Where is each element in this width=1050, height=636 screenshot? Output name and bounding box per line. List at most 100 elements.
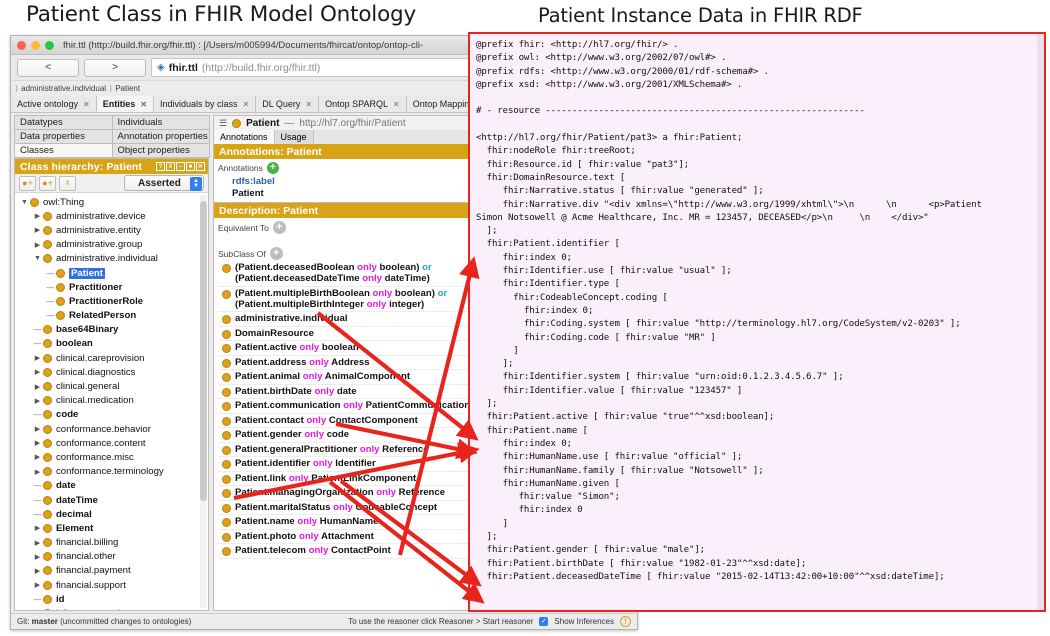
tab-entities[interactable]: Entities ✕: [96, 96, 154, 112]
class-tree-node[interactable]: — dateTime: [17, 493, 208, 507]
breadcrumb-item-1[interactable]: Patient: [115, 84, 140, 93]
entity-type-tab-datatypes[interactable]: Datatypes: [14, 115, 113, 130]
twisty-closed-icon: ▶: [34, 468, 41, 476]
class-tree-node[interactable]: — date: [17, 479, 208, 493]
panel-icon-2[interactable]: –: [176, 162, 185, 171]
class-tree-node[interactable]: ▶ conformance.terminology: [17, 465, 208, 479]
breadcrumb-item-0[interactable]: administrative.individual: [21, 84, 106, 93]
class-tree-node[interactable]: ▶ clinical.medication: [17, 394, 208, 408]
hamburger-icon[interactable]: ☰: [219, 118, 227, 129]
class-tree-node[interactable]: — base64Binary: [17, 323, 208, 337]
twisty-closed-icon: ▶: [34, 426, 41, 434]
class-icon: [222, 358, 231, 368]
close-tab-icon[interactable]: ✕: [140, 100, 147, 109]
entity-type-tab-annotation-properties[interactable]: Annotation properties: [111, 129, 210, 144]
class-hierarchy-tree[interactable]: ▼ owl:Thing ▶ administrative.device ▶ adminis…: [15, 193, 208, 610]
reasoner-mode-select[interactable]: Asserted ▲ ▼: [124, 175, 204, 191]
class-tree-node[interactable]: ▶ conformance.content: [17, 436, 208, 450]
rdf-scrollbar[interactable]: [1037, 34, 1044, 610]
tab-active-ontology[interactable]: Active ontology ✕: [11, 96, 97, 112]
class-tree-node[interactable]: ▶ clinical.general: [17, 379, 208, 393]
class-tree-node[interactable]: ▶ conformance.behavior: [17, 422, 208, 436]
tree-scrollbar-thumb[interactable]: [200, 201, 207, 501]
class-tree-node[interactable]: ▼ administrative.individual: [17, 252, 208, 266]
panel-icon-4[interactable]: ✕: [196, 162, 205, 171]
class-icon: [43, 410, 52, 420]
tree-leaf-dash: —: [33, 325, 42, 335]
plus-icon[interactable]: +: [272, 221, 286, 234]
class-tree-node[interactable]: ▶ financial.payment: [17, 564, 208, 578]
class-tree-node[interactable]: — RelatedPerson: [17, 309, 208, 323]
class-icon: [222, 329, 231, 339]
class-tree-node[interactable]: — Practitioner: [17, 280, 208, 294]
class-tree-node[interactable]: ▶infrastructure.documents: [17, 606, 208, 610]
class-tree-label: base64Binary: [56, 324, 119, 336]
class-tree-node[interactable]: — Patient: [17, 266, 208, 280]
add-subclass-icon[interactable]: ●+: [19, 175, 36, 191]
entity-tab-annotations[interactable]: Annotations: [214, 130, 275, 144]
plus-icon[interactable]: +: [266, 162, 279, 174]
warning-icon[interactable]: !: [620, 616, 631, 627]
panel-window-icons[interactable]: ? ‖ – ■ ✕: [156, 162, 205, 171]
axiom-text: Patient.generalPractitioner: [235, 443, 360, 455]
tab-ontop-sparql[interactable]: Ontop SPARQL ✕: [319, 96, 407, 112]
show-inferences-checkbox[interactable]: ✓: [539, 617, 549, 626]
window-controls[interactable]: [17, 40, 54, 50]
class-tree-node[interactable]: ▶ administrative.device: [17, 209, 208, 223]
axiom-text: administrative.individual: [235, 313, 348, 324]
entity-type-tab-classes[interactable]: Classes: [14, 143, 113, 158]
tree-scrollbar[interactable]: [200, 195, 207, 608]
rdf-scrollbar-thumb[interactable]: [1037, 34, 1044, 610]
entity-type-tabs[interactable]: Datatypes Individuals Data properties Annot…: [14, 115, 210, 158]
class-tree-node[interactable]: — code: [17, 408, 208, 422]
class-tree-node[interactable]: — PractitionerRole: [17, 294, 208, 308]
close-tab-icon[interactable]: ✕: [83, 100, 90, 109]
plus-icon[interactable]: +: [269, 247, 283, 260]
panel-icon-0[interactable]: ?: [156, 162, 165, 171]
close-tab-icon[interactable]: ✕: [305, 100, 312, 109]
class-tree-node[interactable]: ▶ financial.support: [17, 578, 208, 592]
tab-individuals-by-class[interactable]: Individuals by class ✕: [153, 96, 257, 112]
entity-type-tab-individuals[interactable]: Individuals: [111, 115, 210, 130]
subclass-axiom-text: Patient.managingOrganization only Refere…: [235, 487, 445, 498]
close-window-button[interactable]: [17, 40, 26, 50]
subclass-axiom-text: Patient.address only Address: [235, 357, 370, 368]
class-tree-node[interactable]: ▶ clinical.careprovision: [17, 351, 208, 365]
subclass-axiom-text: Patient.active only boolean: [235, 342, 359, 353]
panel-icon-1[interactable]: ‖: [166, 162, 175, 171]
back-button[interactable]: <: [17, 58, 79, 77]
class-tree-node[interactable]: ▶ financial.billing: [17, 536, 208, 550]
git-branch: master: [31, 617, 58, 626]
class-icon: [43, 339, 52, 349]
class-tree-node[interactable]: ▶ Element: [17, 521, 208, 535]
class-tree-node[interactable]: ▼ owl:Thing: [17, 195, 208, 209]
entity-type-tab-data-properties[interactable]: Data properties: [14, 129, 113, 144]
minimize-window-button[interactable]: [31, 40, 40, 50]
close-tab-icon[interactable]: ✕: [243, 100, 250, 109]
keyword-only: only: [357, 262, 377, 273]
forward-button[interactable]: >: [84, 58, 146, 77]
entity-tab-usage[interactable]: Usage: [274, 130, 314, 144]
subclass-axiom-text: administrative.individual: [235, 313, 348, 324]
class-tree-label: infrastructure.documents: [56, 608, 162, 610]
class-tree-node[interactable]: ▶ administrative.entity: [17, 223, 208, 237]
maximize-window-button[interactable]: [45, 40, 54, 50]
delete-class-icon[interactable]: ☓: [59, 175, 76, 191]
class-tree-label: administrative.group: [56, 239, 143, 251]
tab-dl-query[interactable]: DL Query ✕: [256, 96, 320, 112]
class-tree-node[interactable]: ▶ clinical.diagnostics: [17, 365, 208, 379]
class-tree-node[interactable]: — boolean: [17, 337, 208, 351]
class-tree-node[interactable]: ▶ administrative.group: [17, 238, 208, 252]
class-tree-node[interactable]: — decimal: [17, 507, 208, 521]
add-sibling-class-icon[interactable]: ●+: [39, 175, 56, 191]
close-tab-icon[interactable]: ✕: [393, 100, 400, 109]
class-tree-node[interactable]: — id: [17, 592, 208, 606]
rdf-turtle-code[interactable]: @prefix fhir: <http://hl7.org/fhir/> . @…: [470, 34, 1044, 584]
axiom-text: Patient.identifier: [235, 458, 313, 469]
class-icon: [43, 552, 52, 562]
panel-icon-3[interactable]: ■: [186, 162, 195, 171]
subclass-axiom-text: Patient.contact only ContactComponent: [235, 415, 418, 426]
class-tree-node[interactable]: ▶ conformance.misc: [17, 450, 208, 464]
entity-type-tab-object-properties[interactable]: Object properties: [111, 143, 210, 158]
class-tree-node[interactable]: ▶ financial.other: [17, 550, 208, 564]
